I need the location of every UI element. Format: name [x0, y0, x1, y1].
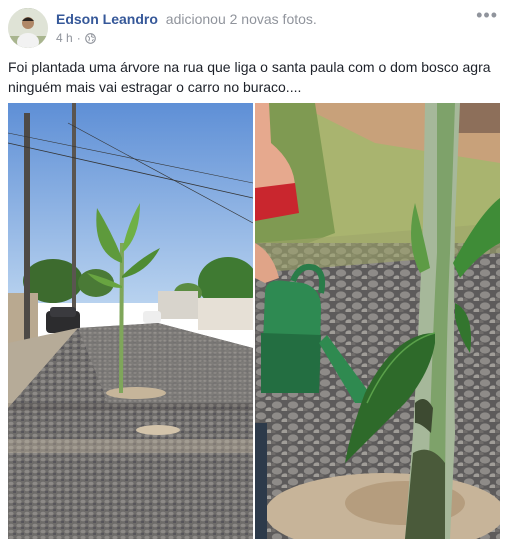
photo-grid — [8, 103, 500, 539]
photo-watering-tree[interactable] — [255, 103, 500, 539]
author-avatar[interactable] — [8, 8, 48, 48]
photo-street-tree[interactable] — [8, 103, 253, 539]
post-timestamp[interactable]: 4 h — [56, 31, 73, 45]
post-title-line: Edson Leandro adicionou 2 novas fotos. — [56, 11, 317, 27]
post-action-text: adicionou 2 novas fotos. — [165, 11, 317, 27]
post-caption: Foi plantada uma árvore na rua que liga … — [8, 59, 491, 95]
post-meta: 4 h · — [56, 31, 96, 45]
more-options-icon[interactable]: ••• — [476, 6, 498, 24]
author-name-link[interactable]: Edson Leandro — [56, 11, 158, 27]
globe-icon[interactable] — [84, 32, 96, 44]
feed-post: Edson Leandro adicionou 2 novas fotos. 4… — [0, 0, 507, 539]
post-header: Edson Leandro adicionou 2 novas fotos. 4… — [8, 6, 500, 48]
meta-separator: · — [76, 31, 81, 45]
